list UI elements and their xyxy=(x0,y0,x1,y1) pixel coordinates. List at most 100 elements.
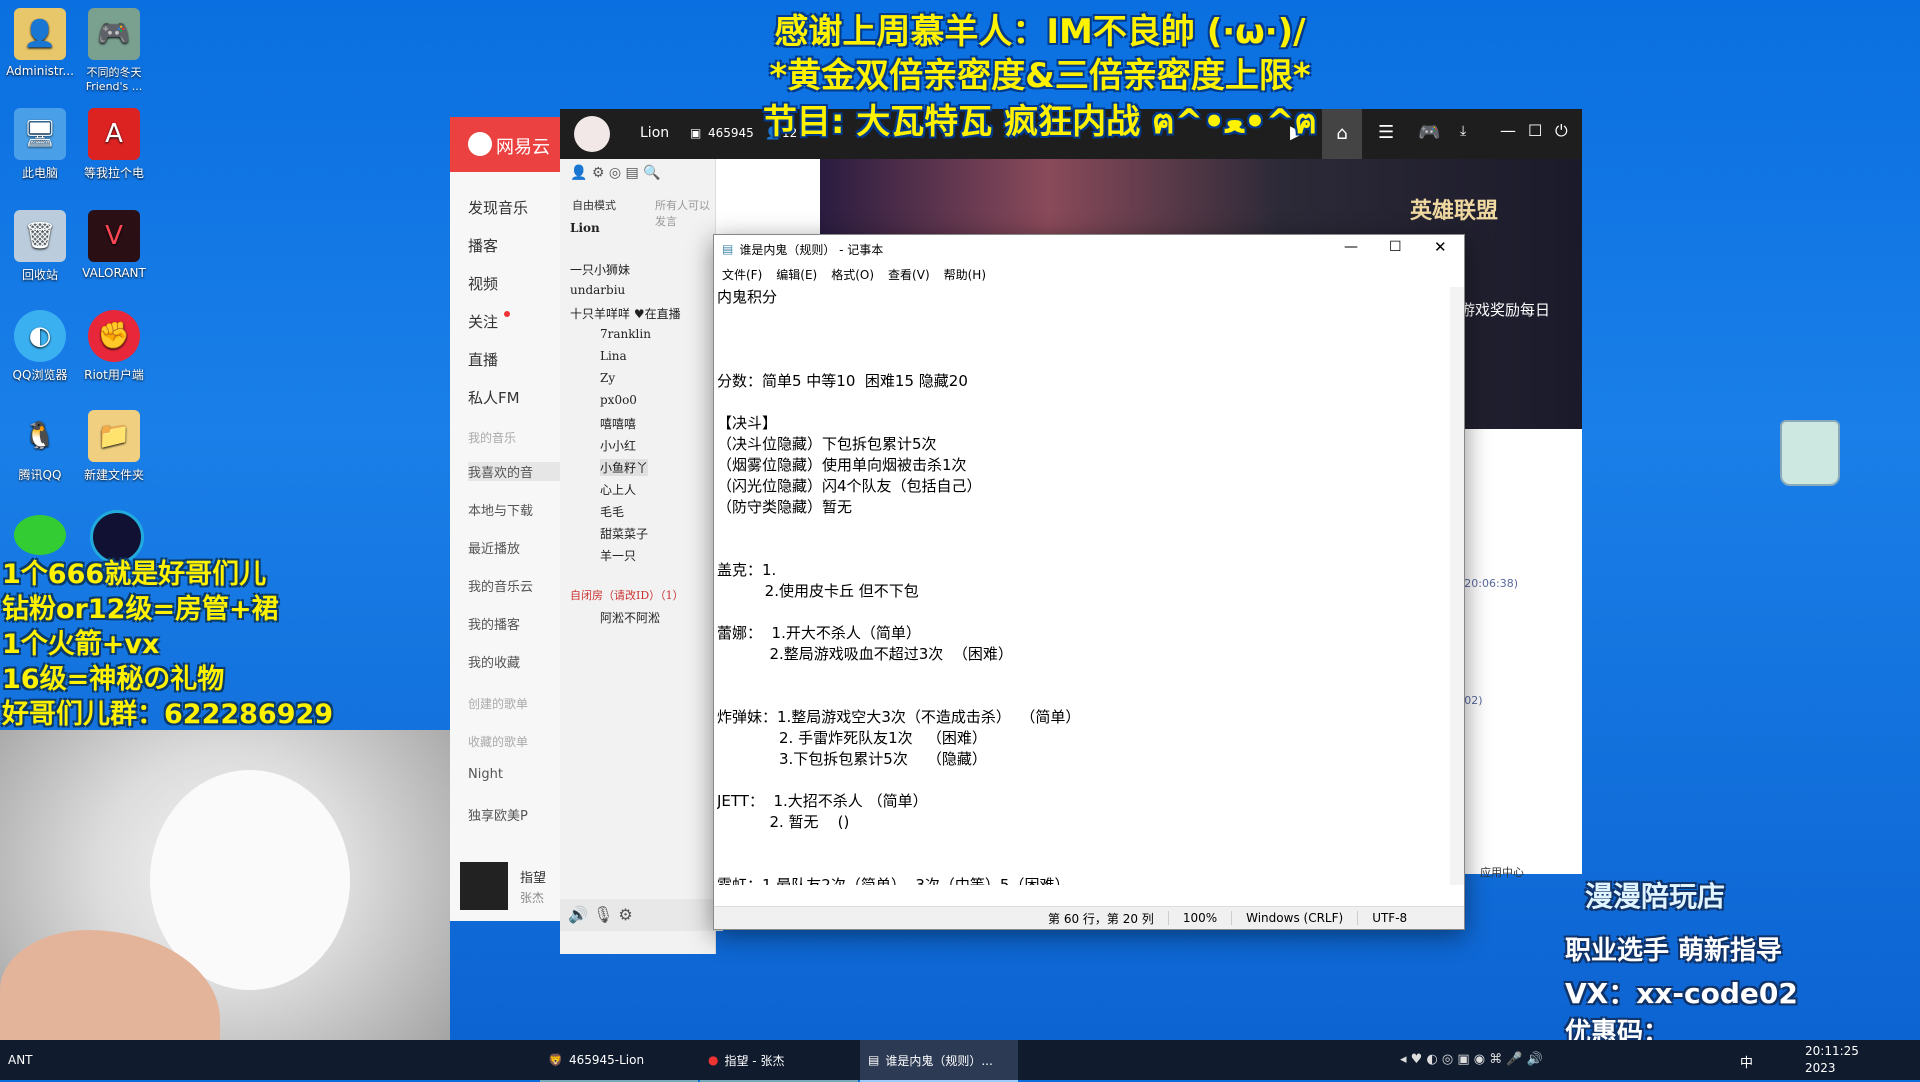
music-nav-fm[interactable]: 私人FM xyxy=(468,387,520,408)
list-item[interactable]: px0o0 xyxy=(600,393,637,407)
notepad-line xyxy=(717,854,1437,875)
desktop-icon-riot[interactable]: ✊ Riot用户端 xyxy=(74,310,154,383)
desktop-icon-app-a[interactable]: A 等我拉个电 xyxy=(74,108,154,181)
music-my-collect[interactable]: 我的收藏 xyxy=(468,652,520,671)
music-local[interactable]: 本地与下载 xyxy=(468,500,533,519)
list-item[interactable]: 小鱼籽丫 xyxy=(600,459,649,476)
desktop-icon-newfolder[interactable]: 📁 新建文件夹 xyxy=(74,410,154,483)
maximize-icon[interactable]: ☐ xyxy=(1528,121,1542,140)
desktop-icon-recycle[interactable]: 🗑 回收站 xyxy=(0,210,80,283)
list-item[interactable]: undarbiu xyxy=(570,283,625,297)
private-room[interactable]: 自闭房（请改ID）（1） xyxy=(570,587,684,603)
app-center-button[interactable]: 应用中心 xyxy=(1480,864,1524,880)
menu-format[interactable]: 格式(O) xyxy=(831,266,874,283)
music-my-podcast[interactable]: 我的播客 xyxy=(468,614,520,633)
notepad-line xyxy=(717,602,1437,623)
desktop-icon-qq[interactable]: 🐧 腾讯QQ xyxy=(0,410,80,483)
list-item[interactable]: 阿淞不阿淞 xyxy=(600,609,660,626)
taskbar-item[interactable]: ANT xyxy=(0,1040,78,1080)
clock-date[interactable]: 2023 xyxy=(1805,1061,1836,1075)
created-playlists-header[interactable]: 创建的歌单 xyxy=(468,695,528,712)
list-item[interactable]: 小小红 xyxy=(600,437,636,454)
notepad-menu: 文件(F) 编辑(E) 格式(O) 查看(V) 帮助(H) xyxy=(714,263,1464,285)
desktop-icon-admin[interactable]: 👤 Administr... xyxy=(0,8,80,78)
music-cloud[interactable]: 我的音乐云 xyxy=(468,576,533,595)
music-nav-video[interactable]: 视频 xyxy=(468,273,498,294)
notepad-line: 【决斗】 xyxy=(717,414,778,432)
album-art[interactable] xyxy=(460,862,508,910)
desktop-icon-computer[interactable]: 🖥 此电脑 xyxy=(0,108,80,181)
menu-edit[interactable]: 编辑(E) xyxy=(776,266,817,283)
recycle-widget-icon[interactable] xyxy=(1780,420,1840,486)
desktop-icon-qqbrowser[interactable]: ◐ QQ浏览器 xyxy=(0,310,80,383)
channel-name[interactable]: Lion xyxy=(570,221,600,235)
menu-view[interactable]: 查看(V) xyxy=(888,266,930,283)
music-logo-text: 网易云 xyxy=(496,137,550,158)
overlay-left-line: 钻粉or12级=房管+裙 xyxy=(2,594,279,625)
taskbar-item-yy[interactable]: 🦁 465945-Lion xyxy=(540,1040,698,1082)
list-item[interactable]: 十只羊咩咩 ♥在直播 xyxy=(570,305,681,322)
list-item[interactable]: Zy xyxy=(600,371,615,385)
list-item[interactable]: Lina xyxy=(600,349,627,363)
game-shortcut-icon: 🎮 xyxy=(88,8,140,60)
avatar[interactable] xyxy=(574,116,610,152)
list-item[interactable]: 一只小狮妹 xyxy=(570,261,630,278)
list-item[interactable]: 心上人 xyxy=(600,481,636,498)
music-nav-live[interactable]: 直播 xyxy=(468,349,498,370)
overlay-program: 节目: 大瓦特瓦 疯狂内战 ฅ^•ﻌ•^ฅ xyxy=(762,102,1318,142)
notepad-line xyxy=(717,539,1437,560)
list-item[interactable]: 毛毛 xyxy=(600,503,624,520)
tray-icons[interactable]: ◂ ♥ ◐ ◎ ▣ ◉ ⌘ 🎤 🔊 xyxy=(1400,1052,1543,1067)
music-nav-podcast[interactable]: 播客 xyxy=(468,235,498,256)
list-item[interactable]: 嘻嘻嘻 xyxy=(600,415,636,432)
menu-help[interactable]: 帮助(H) xyxy=(944,266,986,283)
notepad-line: 2.使用皮卡丘 但不下包 xyxy=(717,582,919,600)
taskbar-item-notepad[interactable]: ▤ 谁是内鬼（规则）... xyxy=(860,1040,1018,1082)
playlist-night[interactable]: Night xyxy=(468,767,503,782)
desktop-icon-friends[interactable]: 🎮 不同的冬天 Friend's ... xyxy=(74,8,154,93)
minimize-icon[interactable]: — xyxy=(1500,121,1516,140)
wechat-icon[interactable] xyxy=(14,515,66,555)
shop-name: 漫漫陪玩店 xyxy=(1585,880,1726,913)
music-nav-discover[interactable]: 发现音乐 xyxy=(468,197,528,218)
overlay-left-line: 1个火箭+vx xyxy=(2,629,160,660)
menu-file[interactable]: 文件(F) xyxy=(722,266,762,283)
shop-line-2: VX：xx-code02 xyxy=(1565,977,1798,1010)
app-red-a-icon: A xyxy=(88,108,140,160)
chat-timestamp: (20:06:38) xyxy=(1460,577,1518,590)
notepad-line xyxy=(717,308,1437,329)
minimize-icon[interactable]: — xyxy=(1344,239,1358,255)
list-item[interactable]: 羊一只 xyxy=(600,547,636,564)
music-my-liked[interactable]: 我喜欢的音 xyxy=(468,462,568,481)
mode-select[interactable]: 自由模式 xyxy=(572,197,616,213)
playlist-euro[interactable]: 独享欧美P xyxy=(468,805,528,824)
clock-time[interactable]: 20:11:25 xyxy=(1805,1044,1859,1058)
taskbar-item-music[interactable]: ● 指望 - 张杰 xyxy=(700,1040,858,1082)
notepad-text-area[interactable]: 内鬼积分 分数：简单5 中等10 困难15 隐藏20 【决斗】 （决斗位隐藏）下包拆包… xyxy=(717,287,1437,885)
member-toolbar-icons[interactable]: 👤 ⚙ ◎ ▤ 🔍 xyxy=(570,165,661,181)
music-recent[interactable]: 最近播放 xyxy=(468,538,520,557)
download-icon[interactable]: ⤓ xyxy=(1460,123,1466,139)
power-icon[interactable]: ⏻ xyxy=(1555,121,1568,141)
notepad-line: （决斗位隐藏）下包拆包累计5次 xyxy=(717,435,937,453)
now-playing-artist[interactable]: 张杰 xyxy=(520,889,544,906)
close-icon[interactable]: ✕ xyxy=(1434,238,1447,256)
now-playing-title[interactable]: 指望 xyxy=(520,867,546,886)
user-folder-icon: 👤 xyxy=(14,8,66,60)
scrollbar[interactable] xyxy=(1450,287,1464,885)
overlay-left-line: 16级=神秘の礼物 xyxy=(2,664,225,695)
collected-playlists-header[interactable]: 收藏的歌单 xyxy=(468,733,528,750)
list-item[interactable]: 7ranklin xyxy=(600,327,651,341)
list-item[interactable]: 甜菜菜子 xyxy=(600,525,648,542)
ime-indicator[interactable]: 中 xyxy=(1740,1052,1753,1071)
notepad-line: 霓虹：1.晕队友2次（简单） 3次（中等）5（困难） xyxy=(717,876,1070,885)
notepad-line xyxy=(717,350,1437,371)
music-nav-follow[interactable]: 关注 xyxy=(468,311,498,332)
desktop-icon-valorant[interactable]: V VALORANT xyxy=(74,210,154,280)
voice-controls[interactable]: 🔊 🎙 ⚙ xyxy=(560,899,723,931)
maximize-icon[interactable]: ☐ xyxy=(1389,239,1402,255)
netease-logo-icon xyxy=(468,132,492,156)
notepad-line: 2. 手雷炸死队友1次 （困难） xyxy=(717,729,987,747)
status-cursor-position: 第 60 行，第 20 列 xyxy=(1048,911,1154,926)
taskbar: ANT 🦁 465945-Lion ● 指望 - 张杰 ▤ 谁是内鬼（规则）... ◂… xyxy=(0,1040,1920,1082)
